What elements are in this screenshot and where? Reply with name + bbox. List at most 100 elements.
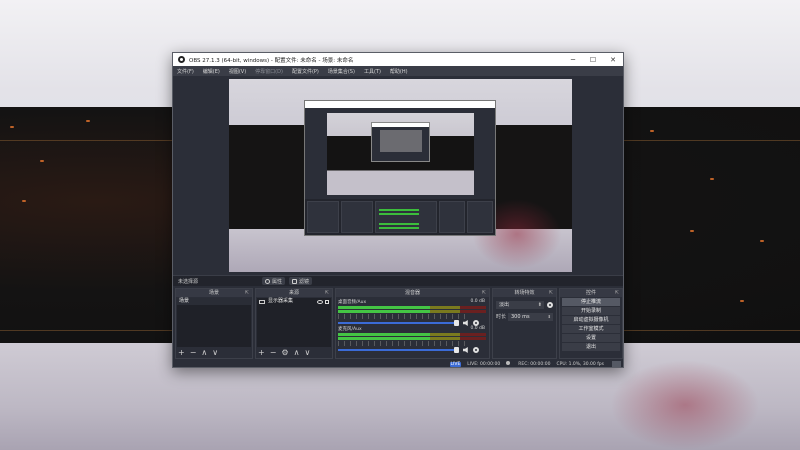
track-name-label: 麦克风/Aux <box>338 327 362 332</box>
transitions-title: 转场特效 <box>514 290 535 296</box>
undock-icon[interactable]: ⇱ <box>549 289 553 297</box>
source-toolbar: 未选择源 属性 滤镜 <box>173 275 623 286</box>
transitions-header: 转场特效 ⇱ <box>493 289 556 297</box>
move-source-down-button[interactable]: ∨ <box>304 348 310 357</box>
start-virtual-camera-button[interactable]: 启动虚拟摄像机 <box>562 316 620 324</box>
stop-streaming-button[interactable]: 停止推流 <box>562 298 620 306</box>
menu-bar: 文件(F) 编辑(E) 视图(V) 停靠窗口(D) 配置文件(P) 场景集合(S… <box>173 66 623 76</box>
meter-scale <box>338 314 468 319</box>
status-bar: LIVE LIVE: 00:00:00 REC: 00:00:00 CPU: 1… <box>173 359 623 367</box>
move-scene-down-button[interactable]: ∨ <box>212 348 218 357</box>
recursive-meter <box>379 213 419 215</box>
undock-icon[interactable]: ⇱ <box>482 289 486 297</box>
menu-profile[interactable]: 配置文件(P) <box>292 68 319 75</box>
preview-canvas[interactable] <box>229 79 572 272</box>
menu-file[interactable]: 文件(F) <box>177 68 194 75</box>
undock-icon[interactable]: ⇱ <box>615 289 619 297</box>
undock-icon[interactable]: ⇱ <box>245 289 249 297</box>
transition-select[interactable]: 淡出 ⬍ <box>496 300 544 309</box>
remove-scene-button[interactable]: − <box>190 348 197 357</box>
maximize-button[interactable]: ☐ <box>583 56 603 64</box>
volume-meter <box>338 337 486 340</box>
remove-source-button[interactable]: − <box>270 348 277 357</box>
recursive-meter <box>379 227 419 229</box>
sources-footer: + − ⚙ ∧ ∨ <box>258 348 315 357</box>
rec-timer: REC: 00:00:00 <box>518 361 551 367</box>
scene-item[interactable]: 场景 <box>177 298 251 305</box>
sources-header: 来源 ⇱ <box>256 289 332 297</box>
recursive-panel <box>439 201 465 233</box>
minimize-button[interactable]: ─ <box>563 56 583 64</box>
menu-view[interactable]: 视图(V) <box>229 68 246 75</box>
source-item-label: 显示器采集 <box>268 298 294 304</box>
menu-scene-collection[interactable]: 场景集合(S) <box>328 68 355 75</box>
speaker-icon[interactable] <box>463 347 468 353</box>
recursive-meter <box>379 209 419 211</box>
monitor-icon <box>259 299 265 304</box>
volume-meter <box>338 310 486 313</box>
move-source-up-button[interactable]: ∧ <box>294 348 300 357</box>
recursive-meter <box>379 223 419 225</box>
scenes-header: 场景 ⇱ <box>176 289 252 297</box>
controls-dock: 控件 ⇱ 停止推流 开始录制 启动虚拟摄像机 工作室模式 设置 退出 <box>559 288 623 359</box>
volume-meter <box>338 306 486 309</box>
meter-green <box>338 306 430 309</box>
rec-indicator: REC: 00:00:00 <box>506 361 551 367</box>
lock-icon[interactable] <box>325 299 329 304</box>
meter-green <box>338 333 430 336</box>
no-source-selected-label: 未选择源 <box>178 278 199 285</box>
ember <box>650 130 654 132</box>
spinner-icon[interactable]: ⬍ <box>548 313 551 321</box>
meter-yellow <box>430 310 460 313</box>
scenes-dock: 场景 ⇱ 场景 + − ∧ ∨ <box>175 288 253 359</box>
add-source-button[interactable]: + <box>258 348 265 357</box>
studio-mode-button[interactable]: 工作室模式 <box>562 325 620 333</box>
volume-slider[interactable] <box>338 347 459 353</box>
menu-tools[interactable]: 工具(T) <box>364 68 381 75</box>
sources-list: 显示器采集 <box>257 298 331 347</box>
settings-button[interactable]: 设置 <box>562 334 620 342</box>
meter-red <box>460 337 486 340</box>
gear-icon <box>265 278 270 284</box>
audio-mixer-dock: 混音器 ⇱ 桌面音频/Aux 0.0 dB 麦克风/Aux 0.0 dB <box>335 288 490 359</box>
properties-button[interactable]: 属性 <box>262 277 286 285</box>
scenes-list: 场景 <box>177 298 251 347</box>
source-item[interactable]: 显示器采集 <box>257 298 331 305</box>
scenes-title: 场景 <box>208 290 219 296</box>
move-scene-up-button[interactable]: ∧ <box>201 348 207 357</box>
duration-input[interactable]: 300 ms ⬍ <box>508 312 553 321</box>
duration-value: 300 ms <box>511 313 530 320</box>
start-recording-button[interactable]: 开始录制 <box>562 307 620 315</box>
gear-icon[interactable] <box>547 301 553 308</box>
undock-icon[interactable]: ⇱ <box>325 289 329 297</box>
meter-yellow <box>430 306 460 309</box>
live-badge: LIVE <box>449 361 462 367</box>
transition-selected: 淡出 <box>499 301 510 308</box>
window-title: OBS 27.1.3 (64-bit, windows) - 配置文件: 未命名… <box>189 57 354 64</box>
add-scene-button[interactable]: + <box>178 348 185 357</box>
controls-header: 控件 ⇱ <box>560 289 622 297</box>
recursive-panel <box>307 201 339 233</box>
menu-docks[interactable]: 停靠窗口(D) <box>255 68 283 75</box>
sources-dock: 来源 ⇱ 显示器采集 + − ⚙ ∧ ∨ <box>255 288 333 359</box>
menu-help[interactable]: 帮助(H) <box>390 68 408 75</box>
meter-scale <box>338 341 468 346</box>
volume-slider[interactable] <box>338 320 459 326</box>
source-properties-button[interactable]: ⚙ <box>281 348 288 357</box>
obs-logo-icon <box>178 56 185 63</box>
filters-button[interactable]: 滤镜 <box>289 277 313 285</box>
recursive-inner-screen <box>380 130 422 152</box>
gear-icon[interactable] <box>473 347 479 353</box>
ember <box>86 120 90 122</box>
filters-label: 滤镜 <box>299 278 310 285</box>
menu-edit[interactable]: 编辑(E) <box>203 68 220 75</box>
ember <box>710 178 714 180</box>
filter-icon <box>292 278 298 284</box>
eye-icon[interactable] <box>317 299 323 304</box>
slider-handle[interactable] <box>454 347 459 353</box>
recursive-panel <box>467 201 493 233</box>
record-dot-icon <box>506 361 511 366</box>
close-button[interactable]: ✕ <box>603 56 623 64</box>
transition-select-row: 淡出 ⬍ <box>496 300 553 309</box>
exit-button[interactable]: 退出 <box>562 343 620 351</box>
